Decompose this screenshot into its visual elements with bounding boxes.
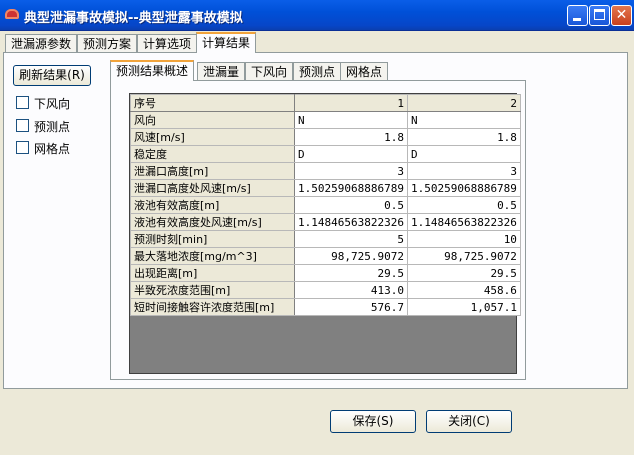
grid-row: 预测时刻[min] 5 10	[130, 230, 521, 248]
checkbox-box[interactable]	[16, 141, 29, 154]
grid-cell[interactable]: 3	[406, 162, 521, 180]
grid-cell[interactable]: 0.5	[294, 196, 408, 214]
grid-row-label: 出现距离[m]	[130, 264, 295, 282]
grid-row: 泄漏口高度[m] 3 3	[130, 162, 521, 180]
grid-row: 泄漏口高度处风速[m/s] 1.50259068886789 1.5025906…	[130, 179, 521, 197]
minimize-icon	[573, 18, 581, 21]
grid-cell[interactable]: 3	[294, 162, 408, 180]
title-bar[interactable]: 典型泄漏事故模拟--典型泄露事故模拟 ✕	[0, 0, 634, 31]
grid-row: 最大落地浓度[mg/m^3] 98,725.9072 98,725.9072	[130, 247, 521, 265]
grid-row: 稳定度 D D	[130, 145, 521, 163]
results-grid: 序号 1 2 风向 N N 风速[m/s] 1.8 1.8 稳定度 D D 泄漏…	[130, 94, 521, 316]
maximize-button[interactable]	[589, 5, 610, 26]
grid-row: 风向 N N	[130, 111, 521, 129]
checkbox-box[interactable]	[16, 119, 29, 132]
window-title: 典型泄漏事故模拟--典型泄露事故模拟	[24, 11, 243, 26]
grid-cell[interactable]: 1.14846563822326	[406, 213, 521, 231]
grid-header-col-1: 1	[294, 94, 408, 112]
minimize-button[interactable]	[567, 5, 588, 26]
tab-forecast-point[interactable]: 预测点	[293, 62, 342, 80]
grid-cell[interactable]: 413.0	[294, 281, 408, 299]
tab-calc-options[interactable]: 计算选项	[137, 34, 198, 52]
grid-cell[interactable]: 5	[294, 230, 408, 248]
grid-cell[interactable]: 29.5	[406, 264, 521, 282]
grid-header-row: 序号 1 2	[130, 94, 521, 112]
grid-row-label: 风速[m/s]	[130, 128, 295, 146]
tab-forecast-plan[interactable]: 预测方案	[77, 34, 138, 52]
grid-row-label: 风向	[130, 111, 295, 129]
tab-downwind[interactable]: 下风向	[245, 62, 294, 80]
grid-cell[interactable]: N	[294, 111, 408, 129]
grid-header-col-2: 2	[406, 94, 521, 112]
tab-leak-source-params[interactable]: 泄漏源参数	[5, 34, 78, 52]
tab-grid-point[interactable]: 网格点	[340, 62, 389, 80]
grid-cell[interactable]: D	[406, 145, 521, 163]
app-window: 典型泄漏事故模拟--典型泄露事故模拟 ✕ 泄漏源参数 预测方案 计算选项 计算结…	[0, 0, 634, 455]
grid-cell[interactable]: 1.14846563822326	[294, 213, 408, 231]
grid-row-label: 泄漏口高度[m]	[130, 162, 295, 180]
grid-header-label: 序号	[130, 94, 295, 112]
tab-forecast-summary[interactable]: 预测结果概述	[110, 60, 195, 81]
grid-cell[interactable]: 10	[406, 230, 521, 248]
grid-row-label: 半致死浓度范围[m]	[130, 281, 295, 299]
grid-cell[interactable]: 1.50259068886789	[406, 179, 521, 197]
grid-row-label: 液池有效高度处风速[m/s]	[130, 213, 295, 231]
grid-row: 出现距离[m] 29.5 29.5	[130, 264, 521, 282]
grid-cell[interactable]: 0.5	[406, 196, 521, 214]
grid-row: 液池有效高度处风速[m/s] 1.14846563822326 1.148465…	[130, 213, 521, 231]
grid-cell[interactable]: 1,057.1	[406, 298, 521, 316]
grid-cell[interactable]: 576.7	[294, 298, 408, 316]
grid-row-label: 预测时刻[min]	[130, 230, 295, 248]
maximize-icon	[594, 9, 605, 20]
refresh-results-button[interactable]: 刷新结果(R)	[13, 65, 91, 86]
grid-row-label: 最大落地浓度[mg/m^3]	[130, 247, 295, 265]
close-button[interactable]: 关闭(C)	[426, 410, 512, 433]
grid-cell[interactable]: 29.5	[294, 264, 408, 282]
tab-leak-amount[interactable]: 泄漏量	[197, 62, 246, 80]
grid-cell[interactable]: 98,725.9072	[294, 247, 408, 265]
grid-row: 短时间接触容许浓度范围[m] 576.7 1,057.1	[130, 298, 521, 316]
grid-row: 风速[m/s] 1.8 1.8	[130, 128, 521, 146]
tab-calc-results[interactable]: 计算结果	[196, 32, 257, 53]
grid-cell[interactable]: 458.6	[406, 281, 521, 299]
grid-cell[interactable]: N	[406, 111, 521, 129]
save-button[interactable]: 保存(S)	[330, 410, 416, 433]
grid-cell[interactable]: 1.8	[294, 128, 408, 146]
checkbox-label: 下风向	[34, 97, 71, 111]
checkbox-box[interactable]	[16, 96, 29, 109]
checkbox-label: 网格点	[34, 142, 71, 156]
grid-cell[interactable]: 1.50259068886789	[294, 179, 408, 197]
grid-row-label: 泄漏口高度处风速[m/s]	[130, 179, 295, 197]
grid-row-label: 稳定度	[130, 145, 295, 163]
grid-row-label: 短时间接触容许浓度范围[m]	[130, 298, 295, 316]
grid-cell[interactable]: D	[294, 145, 408, 163]
close-icon: ✕	[615, 7, 628, 23]
close-window-button[interactable]: ✕	[611, 5, 632, 26]
grid-cell[interactable]: 1.8	[406, 128, 521, 146]
grid-row-label: 液池有效高度[m]	[130, 196, 295, 214]
grid-row: 半致死浓度范围[m] 413.0 458.6	[130, 281, 521, 299]
checkbox-label: 预测点	[34, 120, 71, 134]
app-icon	[5, 9, 19, 19]
grid-row: 液池有效高度[m] 0.5 0.5	[130, 196, 521, 214]
grid-cell[interactable]: 98,725.9072	[406, 247, 521, 265]
